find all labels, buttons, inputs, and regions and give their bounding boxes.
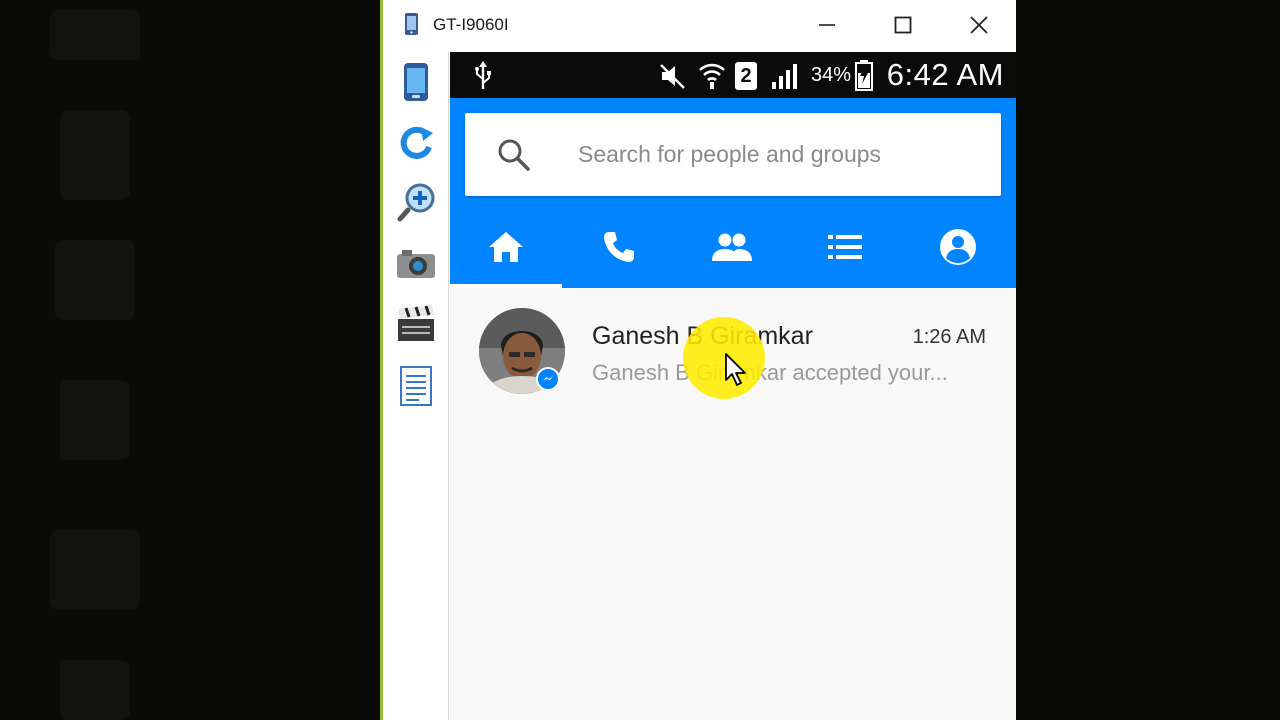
maximize-icon [894, 16, 912, 34]
tab-active[interactable] [789, 206, 901, 288]
desktop-icon [60, 380, 130, 460]
wifi-icon [699, 63, 725, 89]
emulator-toolbar [383, 52, 449, 720]
window-title: GT-I9060I [433, 15, 509, 34]
messenger-badge-icon [536, 367, 560, 391]
battery-percent: 34% [811, 64, 852, 86]
clapperboard-icon [398, 305, 434, 341]
title-bar[interactable]: GT-I9060I [383, 0, 1016, 52]
status-bar: 2 34% 6:42 AM [450, 52, 1016, 98]
document-icon [400, 366, 432, 406]
desktop-icon [50, 10, 140, 60]
phone-icon [404, 63, 428, 101]
conversation-time: 1:26 AM [912, 326, 986, 348]
tab-home[interactable] [450, 206, 562, 288]
desktop-icon [50, 530, 140, 610]
zoom-button[interactable] [396, 182, 436, 222]
camera-icon [397, 250, 435, 278]
notes-button[interactable] [396, 366, 436, 406]
close-button[interactable] [956, 6, 1002, 44]
mute-icon [660, 64, 685, 89]
tab-profile[interactable] [902, 206, 1014, 288]
desktop-icon [55, 240, 135, 320]
zoom-in-icon [397, 183, 435, 222]
search-placeholder: Search for people and groups [578, 141, 882, 167]
people-icon [712, 233, 752, 261]
rotate-icon [400, 126, 433, 159]
sim-slot-label: 2 [740, 65, 752, 87]
phone-icon [405, 13, 418, 35]
rotate-button[interactable] [396, 122, 436, 162]
messenger-header: Search for people and groups [450, 98, 1016, 288]
maximize-button[interactable] [880, 6, 926, 44]
clock: 6:42 AM [886, 57, 1004, 92]
screen: GT-I9060I 2 34% 6:42 AM Search for peopl… [0, 0, 1280, 720]
search-input[interactable]: Search for people and groups [465, 113, 1001, 196]
usb-icon [475, 61, 491, 89]
desktop-icon [60, 110, 130, 200]
device-button[interactable] [396, 62, 436, 102]
desktop-icon [60, 660, 130, 720]
mouse-cursor-icon [725, 353, 746, 386]
battery-icon [855, 60, 873, 91]
conversation-preview: Ganesh B Giramkar accepted your... [592, 360, 948, 385]
sim-2-icon: 2 [735, 62, 757, 90]
screenshot-button[interactable] [396, 244, 436, 284]
home-icon [489, 232, 523, 262]
signal-icon [772, 64, 797, 89]
list-icon [828, 235, 862, 259]
minimize-button[interactable] [804, 6, 850, 44]
tab-calls[interactable] [563, 206, 675, 288]
minimize-icon [819, 24, 835, 26]
close-icon [970, 16, 988, 34]
record-button[interactable] [396, 304, 436, 344]
search-icon [498, 139, 530, 171]
phone-icon [604, 232, 634, 262]
tab-groups[interactable] [676, 206, 788, 288]
account-icon [940, 229, 976, 265]
